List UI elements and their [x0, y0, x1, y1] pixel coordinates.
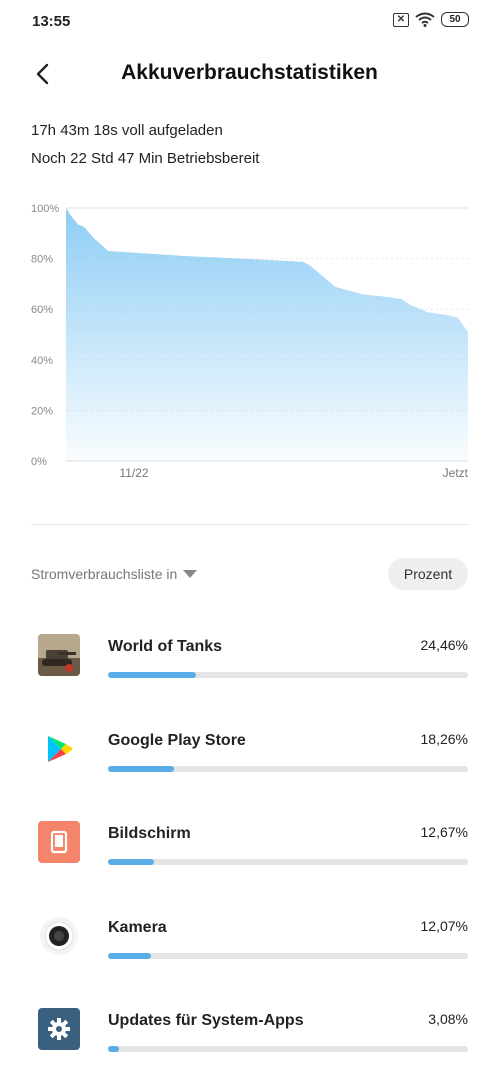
usage-bar-fill [108, 953, 152, 959]
app-percent: 18,26% [420, 731, 468, 747]
app-percent: 12,67% [420, 824, 468, 840]
app-percent: 3,08% [428, 1011, 468, 1027]
app-name: Updates für System-Apps [108, 1012, 304, 1029]
battery-level-area [66, 208, 468, 461]
play-store-icon [38, 728, 80, 770]
usage-bar-track [108, 1046, 468, 1052]
y-tick-label: 0% [31, 456, 47, 468]
usage-bar-track [108, 672, 468, 678]
camera-icon [38, 915, 80, 957]
status-time: 13:55 [32, 13, 71, 30]
y-tick-label: 40% [31, 355, 53, 367]
screen-icon [38, 821, 80, 863]
app-name: Kamera [108, 919, 167, 936]
caret-down-icon [183, 570, 198, 578]
app-percent: 12,07% [420, 918, 468, 934]
status-icons: ✕ 50 [393, 12, 469, 27]
y-tick-label: 80% [31, 254, 53, 266]
usage-bar-track [108, 953, 468, 959]
usage-bar-fill [108, 1046, 120, 1052]
usage-list-label: Stromverbrauchsliste in [31, 566, 178, 582]
usage-bar-track [108, 859, 468, 865]
page-title: Akkuverbrauchstatistiken [121, 61, 378, 84]
app-row-google-play-store[interactable]: Google Play Store 18,26% [0, 704, 499, 794]
usage-bar-fill [108, 766, 174, 772]
app-row-bildschirm[interactable]: Bildschirm 12,67% [0, 797, 499, 887]
y-tick-label: 100% [31, 203, 59, 215]
no-sim-icon: ✕ [393, 12, 409, 27]
x-tick-label: Jetzt [443, 466, 469, 480]
x-tick-label: 11/22 [119, 466, 148, 480]
y-tick-label: 60% [31, 304, 53, 316]
x-axis-ticks: 11/22 Jetzt [119, 466, 468, 480]
settings-gear-icon [38, 1008, 80, 1050]
remaining-time-text: Noch 22 Std 47 Min Betriebsbereit [31, 150, 260, 167]
app-name: World of Tanks [108, 638, 223, 655]
app-row-system-updates[interactable]: Updates für System-Apps 3,08% [0, 984, 499, 1074]
app-name: Bildschirm [108, 825, 191, 842]
tank-game-icon [38, 634, 80, 676]
wifi-icon [415, 12, 435, 27]
charged-time-text: 17h 43m 18s voll aufgeladen [31, 122, 223, 139]
header: Akkuverbrauchstatistiken [0, 52, 499, 96]
y-tick-label: 20% [31, 405, 53, 417]
battery-usage-chart: 100% 80% 60% 40% 20% 0% 11/22 Jetzt [31, 203, 469, 480]
app-row-kamera[interactable]: Kamera 12,07% [0, 891, 499, 981]
app-percent: 24,46% [420, 637, 468, 653]
app-name: Google Play Store [108, 732, 246, 749]
usage-bar-track [108, 766, 468, 772]
y-axis-ticks: 100% 80% 60% 40% 20% 0% [31, 203, 59, 468]
status-bar: 13:55 ✕ 50 [0, 0, 499, 44]
usage-bar-fill [108, 859, 154, 865]
usage-list-dropdown[interactable]: Stromverbrauchsliste in [31, 566, 198, 582]
usage-bar-fill [108, 672, 197, 678]
app-row-world-of-tanks[interactable]: World of Tanks 24,46% [0, 610, 499, 700]
battery-icon: 50 [441, 12, 469, 27]
divider [31, 524, 468, 525]
percent-unit-button[interactable]: Prozent [388, 558, 468, 590]
